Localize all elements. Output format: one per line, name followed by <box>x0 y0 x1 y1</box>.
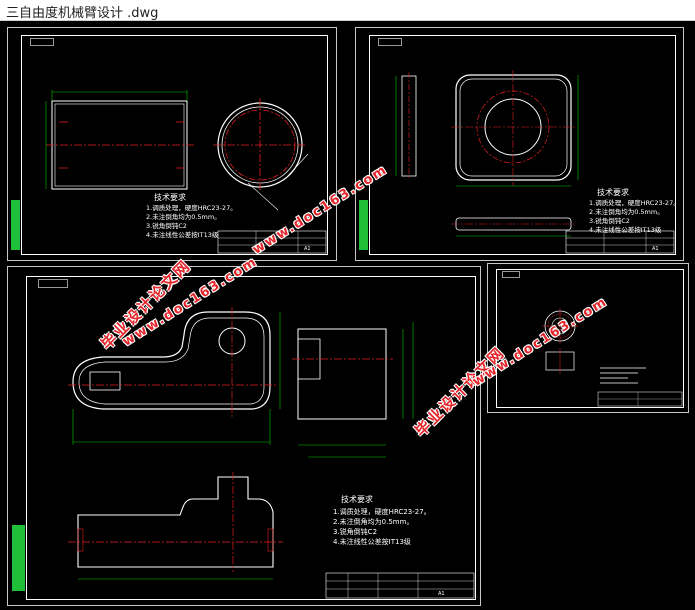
arm-section <box>297 328 387 420</box>
arm-outline <box>72 311 271 410</box>
sheet-3-note: 1.调质处理，硬度HRC23-27。 <box>333 508 431 516</box>
sheet-3-note: 3.锐角倒钝C2 <box>333 528 378 536</box>
window-title: 三自由度机械臂设计 .dwg <box>6 6 159 21</box>
arm-slot <box>89 371 121 391</box>
arm-hatch-r <box>267 528 274 552</box>
sheet-3-notes: 技术要求 1.调质处理，硬度HRC23-27。 2.未注倒角均为0.5mm。 3… <box>333 495 431 547</box>
sheet-2-tb-b: A1 <box>652 246 659 252</box>
sheet-2-note: 4.未注线性公差按IT13级 <box>589 226 662 234</box>
title-block <box>325 572 475 599</box>
window-titlebar: 三自由度机械臂设计 .dwg <box>0 0 695 21</box>
sheet-3-tb-b: A1 <box>438 591 445 597</box>
sheet-1-note: 1.调质处理，硬度HRC23-27。 <box>146 204 237 212</box>
sheet-3[interactable]: 技术要求 1.调质处理，硬度HRC23-27。 2.未注倒角均为0.5mm。 3… <box>7 266 481 606</box>
sheet-4-geometry <box>542 308 683 407</box>
sheet-1-tb-b: A1 <box>304 246 311 252</box>
sheet-1-notes-title: 技术要求 <box>154 193 186 202</box>
sheet-2[interactable]: 技术要求 1.调质处理，硬度HRC23-27。 2.未注倒角均为0.5mm。 3… <box>355 27 684 261</box>
sheet-2-notes-title: 技术要求 <box>597 188 629 197</box>
sheet-1-notes: 技术要求 1.调质处理，硬度HRC23-27。 2.未注倒角均为0.5mm。 3… <box>146 193 237 240</box>
sheet-2-note: 3.锐角倒钝C2 <box>589 217 630 225</box>
flange-leader <box>285 153 309 179</box>
sheet-2-note: 1.调质处理，硬度HRC23-27。 <box>589 199 680 207</box>
arm-front <box>77 476 274 568</box>
sheet-3-note: 2.未注倒角均为0.5mm。 <box>333 518 414 526</box>
plate-inner <box>459 78 568 177</box>
sheet-2-notes: 技术要求 1.调质处理，硬度HRC23-27。 2.未注倒角均为0.5mm。 3… <box>589 188 680 235</box>
sheet-1-note: 4.未注线性公差按IT13级 <box>146 231 219 239</box>
drawing-canvas[interactable]: 技术要求 1.调质处理，硬度HRC23-27。 2.未注倒角均为0.5mm。 3… <box>0 21 695 610</box>
arm-hatch-l <box>77 528 84 552</box>
sheet-1-note: 3.锐角倒钝C2 <box>146 222 187 230</box>
sheet-1-note: 2.未注倒角均为0.5mm。 <box>146 213 221 221</box>
sheet-3-geometry <box>68 307 475 599</box>
sheet-2-note: 2.未注倒角均为0.5mm。 <box>589 208 664 216</box>
sheet-4[interactable] <box>487 263 689 413</box>
sheet-3-notes-title: 技术要求 <box>341 495 373 504</box>
sheet-3-note: 4.未注线性公差按IT13级 <box>333 538 411 546</box>
